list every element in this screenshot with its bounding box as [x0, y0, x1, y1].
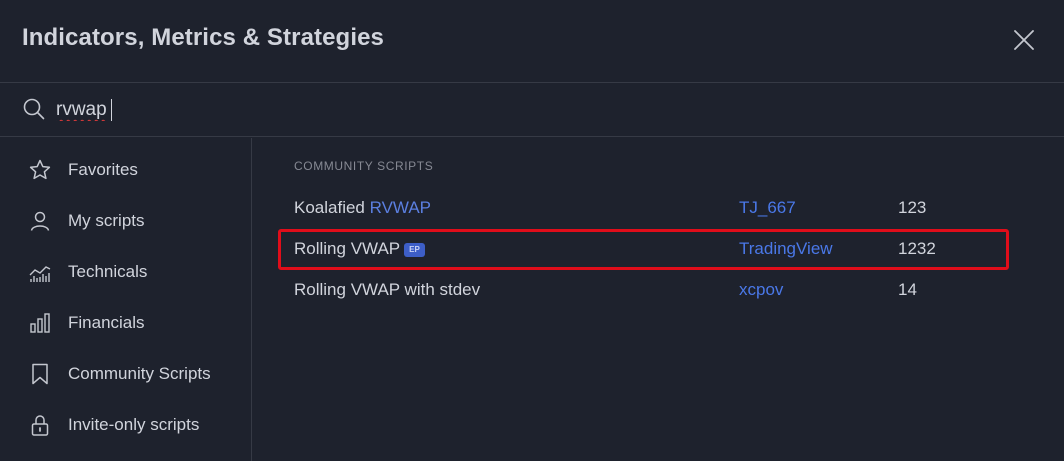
script-author-link[interactable]: TJ_667 [739, 198, 796, 218]
script-row[interactable]: Koalafied RVWAP TJ_667 123 [278, 189, 1038, 227]
sidebar-item-favorites[interactable]: Favorites [0, 148, 252, 192]
sidebar-item-invite-only-scripts[interactable]: Invite-only scripts [0, 403, 252, 447]
bookmark-icon [32, 363, 48, 385]
script-name-text: Rolling VWAP [294, 239, 401, 258]
sidebar-item-label: Community Scripts [68, 364, 211, 383]
search-input[interactable] [56, 95, 456, 125]
script-name[interactable]: Koalafied RVWAP [294, 198, 431, 218]
script-row[interactable]: Rolling VWAP with stdev xcpov 14 [278, 271, 1038, 309]
star-icon [29, 159, 51, 180]
sidebar-item-community-scripts[interactable]: Community Scripts [0, 352, 252, 396]
technicals-chart-icon [29, 266, 51, 282]
sidebar-item-label: Favorites [68, 160, 138, 179]
search-icon [23, 98, 45, 120]
results-panel: COMMUNITY SCRIPTS Koalafied RVWAP TJ_667… [253, 138, 1064, 461]
sidebar-item-label: My scripts [68, 211, 145, 230]
dialog-title: Indicators, Metrics & Strategies [22, 24, 384, 51]
script-row[interactable]: Rolling VWAP EP TradingView 1232 [278, 230, 1038, 268]
script-count: 1232 [898, 239, 936, 258]
bar-chart-icon [30, 313, 50, 333]
sidebar-item-label: Financials [68, 313, 145, 332]
text-cursor [111, 99, 112, 121]
category-sidebar: Favorites My scripts Technicals Financia… [0, 138, 252, 461]
user-icon [30, 211, 50, 231]
dialog-header: Indicators, Metrics & Strategies [0, 0, 1064, 83]
script-author-link[interactable]: TradingView [739, 239, 833, 259]
sidebar-item-technicals[interactable]: Technicals [0, 250, 252, 294]
sidebar-item-my-scripts[interactable]: My scripts [0, 199, 252, 243]
script-author-link[interactable]: xcpov [739, 280, 783, 300]
script-name-text: Rolling VWAP with stdev [294, 280, 481, 299]
sidebar-item-label: Technicals [68, 262, 148, 281]
search-match-highlight: RVWAP [369, 198, 432, 217]
indicators-dialog: Indicators, Metrics & Strategies Favorit… [0, 0, 1064, 461]
section-label: COMMUNITY SCRIPTS [294, 159, 434, 173]
search-bar [0, 84, 1064, 137]
lock-icon [31, 415, 49, 436]
script-name-text: Koalafied [294, 198, 370, 217]
editors-pick-badge: EP [404, 243, 425, 257]
close-icon[interactable] [1010, 26, 1038, 54]
script-name[interactable]: Rolling VWAP with stdev [294, 280, 480, 300]
script-count: 123 [898, 198, 927, 217]
script-count: 14 [898, 280, 917, 299]
close-button[interactable] [1010, 26, 1038, 54]
sidebar-item-financials[interactable]: Financials [0, 301, 252, 345]
script-name[interactable]: Rolling VWAP EP [294, 239, 425, 259]
sidebar-item-label: Invite-only scripts [68, 415, 200, 434]
